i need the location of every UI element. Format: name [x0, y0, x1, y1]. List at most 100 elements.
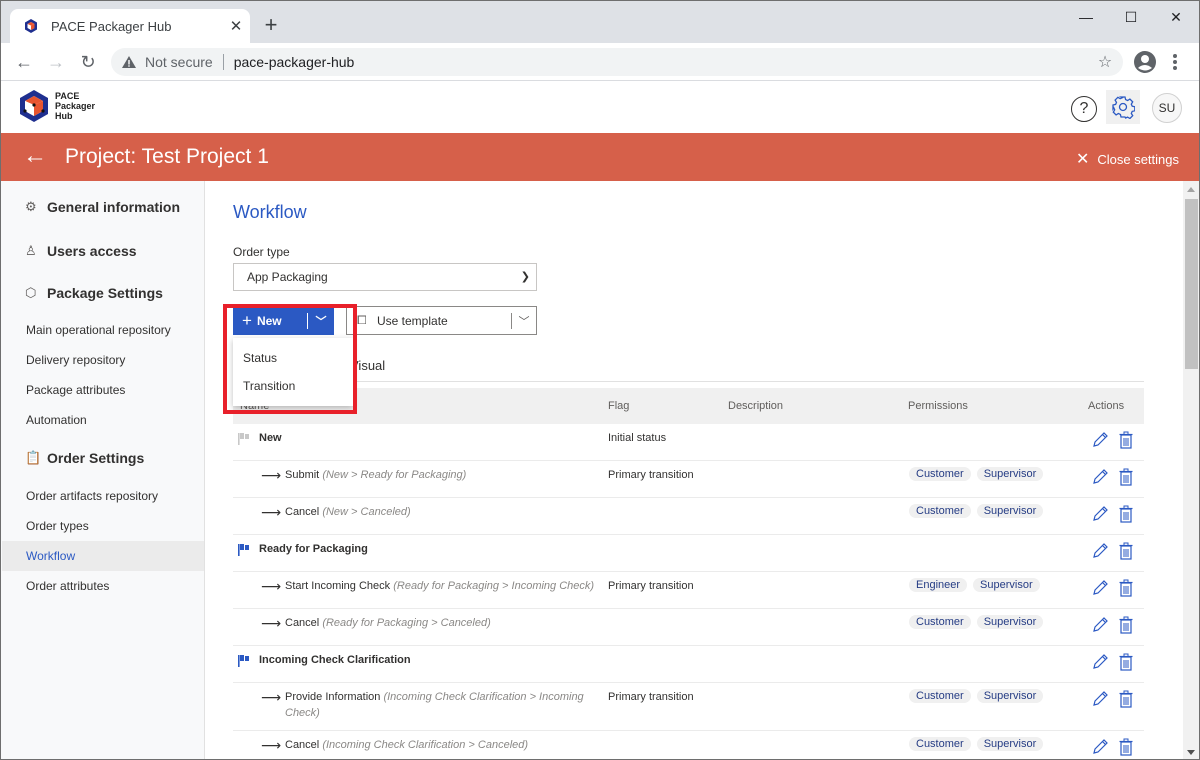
sidebar-item-workflow[interactable]: Workflow — [2, 541, 204, 571]
scroll-thumb[interactable] — [1185, 199, 1198, 369]
use-template-button[interactable]: ⧠ Use template ﹀ — [346, 306, 537, 335]
flag-text: Primary transition — [608, 469, 694, 481]
delete-trash-icon[interactable] — [1119, 542, 1133, 563]
edit-pencil-icon[interactable] — [1091, 738, 1109, 759]
new-tab-button[interactable]: + — [259, 12, 283, 38]
permission-chip: Customer — [909, 615, 971, 629]
column-description: Description — [728, 400, 784, 412]
permission-chip: Supervisor — [976, 737, 1044, 751]
view-tabs: Table Visual — [233, 352, 1144, 382]
transition-route: (Incoming Check Clarification > Incoming — [383, 691, 584, 703]
edit-pencil-icon[interactable] — [1091, 653, 1109, 674]
delete-trash-icon[interactable] — [1119, 505, 1133, 526]
tab-visual[interactable]: Visual — [350, 358, 385, 373]
menu-item-transition[interactable]: Transition — [243, 379, 295, 393]
reload-icon[interactable]: ↻ — [76, 50, 100, 74]
forward-icon[interactable]: → — [44, 50, 68, 74]
package-icon: ⬡ — [25, 285, 37, 300]
delete-trash-icon[interactable] — [1119, 431, 1133, 452]
page-title: Project: Test Project 1 — [65, 145, 269, 168]
edit-pencil-icon[interactable] — [1091, 431, 1109, 452]
transition-route: (New > Ready for Packaging) — [322, 469, 467, 481]
edit-pencil-icon[interactable] — [1091, 542, 1109, 563]
delete-trash-icon[interactable] — [1119, 579, 1133, 600]
permission-chip: Customer — [909, 467, 971, 481]
scroll-up-arrow[interactable] — [1187, 187, 1195, 192]
transition-route-cont: Check) — [285, 707, 320, 719]
permission-chip: Supervisor — [973, 578, 1040, 592]
maximize-button[interactable]: ☐ — [1108, 5, 1154, 29]
minimize-button[interactable]: — — [1063, 5, 1109, 29]
edit-pencil-icon[interactable] — [1091, 468, 1109, 489]
new-button[interactable]: + New ﹀ — [233, 306, 334, 335]
edit-pencil-icon[interactable] — [1091, 579, 1109, 600]
delete-trash-icon[interactable] — [1119, 616, 1133, 637]
delete-trash-icon[interactable] — [1119, 738, 1133, 759]
sidebar-item-order-attributes[interactable]: Order attributes — [2, 571, 204, 601]
vertical-scrollbar[interactable] — [1183, 181, 1199, 759]
browser-tab[interactable]: PACE Packager Hub ✕ — [10, 9, 250, 43]
close-settings-label: Close settings — [1097, 151, 1179, 167]
user-avatar[interactable]: SU — [1152, 93, 1182, 123]
main-content: Workflow Order type App Packaging ❯ + Ne… — [206, 181, 1183, 759]
transition-route: (Ready for Packaging > Canceled) — [322, 617, 491, 629]
delete-trash-icon[interactable] — [1119, 468, 1133, 489]
tab-close-icon[interactable]: ✕ — [222, 17, 250, 35]
close-settings-button[interactable]: ✕ Close settings — [1076, 149, 1179, 169]
transition-row[interactable]: ⟶ Submit (New > Ready for Packaging) Prima… — [233, 461, 1144, 498]
address-bar[interactable]: Not secure pace-packager-hub ☆ — [111, 48, 1123, 76]
app-header: PACE Packager Hub ? SU — [1, 81, 1199, 133]
sidebar-item-delivery-repository[interactable]: Delivery repository — [2, 345, 204, 375]
transition-row[interactable]: ⟶ Cancel (New > Canceled) Customer Supervis… — [233, 498, 1144, 535]
transition-route: (Ready for Packaging > Incoming Check) — [393, 580, 595, 592]
settings-button[interactable] — [1106, 90, 1140, 124]
sidebar-item-automation[interactable]: Automation — [2, 405, 204, 435]
row-actions — [1091, 690, 1133, 711]
help-button[interactable]: ? — [1071, 96, 1097, 122]
tab-strip: PACE Packager Hub ✕ + — ☐ ✕ — [1, 1, 1199, 43]
sidebar-item-order-types[interactable]: Order types — [2, 511, 204, 541]
flag-icon — [238, 655, 249, 667]
app-logo[interactable]: PACE Packager Hub — [19, 89, 95, 123]
transition-row[interactable]: ⟶ Provide Information (Incoming Check Cla… — [233, 683, 1144, 731]
transition-row[interactable]: ⟶ Start Incoming Check (Ready for Packagi… — [233, 572, 1144, 609]
delete-trash-icon[interactable] — [1119, 690, 1133, 711]
back-icon[interactable]: ← — [12, 50, 36, 74]
profile-icon[interactable] — [1134, 51, 1156, 73]
sidebar-item-general-information[interactable]: ⚙ General information — [25, 199, 180, 215]
chevron-down-icon[interactable]: ﹀ — [512, 313, 536, 329]
column-flag: Flag — [608, 400, 630, 412]
flag-icon — [238, 544, 249, 556]
permissions: Customer Supervisor — [909, 689, 1044, 703]
sidebar-item-main-operational-repository[interactable]: Main operational repository — [2, 315, 204, 345]
edit-pencil-icon[interactable] — [1091, 505, 1109, 526]
sidebar-item-package-attributes[interactable]: Package attributes — [2, 375, 204, 405]
row-actions — [1091, 653, 1133, 674]
bookmark-star-icon[interactable]: ☆ — [1093, 52, 1117, 72]
status-name: New — [259, 432, 282, 444]
sidebar-item-order-artifacts-repository[interactable]: Order artifacts repository — [2, 481, 204, 511]
chevron-down-icon[interactable]: ﹀ — [308, 313, 334, 329]
close-window-button[interactable]: ✕ — [1153, 5, 1199, 29]
transition-row[interactable]: ⟶ Cancel (Ready for Packaging > Canceled)… — [233, 609, 1144, 646]
edit-pencil-icon[interactable] — [1091, 616, 1109, 637]
status-row[interactable]: Ready for Packaging — [233, 535, 1144, 572]
arrow-right-icon: ⟶ — [261, 737, 282, 753]
delete-trash-icon[interactable] — [1119, 653, 1133, 674]
back-arrow-icon[interactable]: ← — [23, 143, 47, 169]
transition-name: Cancel — [285, 739, 320, 751]
status-row[interactable]: New Initial status — [233, 424, 1144, 461]
order-type-select[interactable]: App Packaging ❯ — [233, 263, 537, 291]
status-row[interactable]: Incoming Check Clarification — [233, 646, 1144, 683]
transition-name: Start Incoming Check — [285, 580, 391, 592]
transition-route: (New > Canceled) — [322, 506, 411, 518]
edit-pencil-icon[interactable] — [1091, 690, 1109, 711]
transition-row[interactable]: ⟶ Cancel (Incoming Check Clarification > … — [233, 731, 1144, 759]
browser-menu-icon[interactable] — [1171, 51, 1179, 73]
sidebar-item-users-access[interactable]: ♙ Users access — [25, 243, 137, 259]
menu-item-status[interactable]: Status — [243, 351, 277, 365]
browser-window: PACE Packager Hub ✕ + — ☐ ✕ ← → ↻ Not se… — [0, 0, 1200, 760]
arrow-right-icon: ⟶ — [261, 504, 282, 520]
scroll-down-arrow[interactable] — [1187, 750, 1195, 755]
flag-icon — [238, 433, 249, 445]
